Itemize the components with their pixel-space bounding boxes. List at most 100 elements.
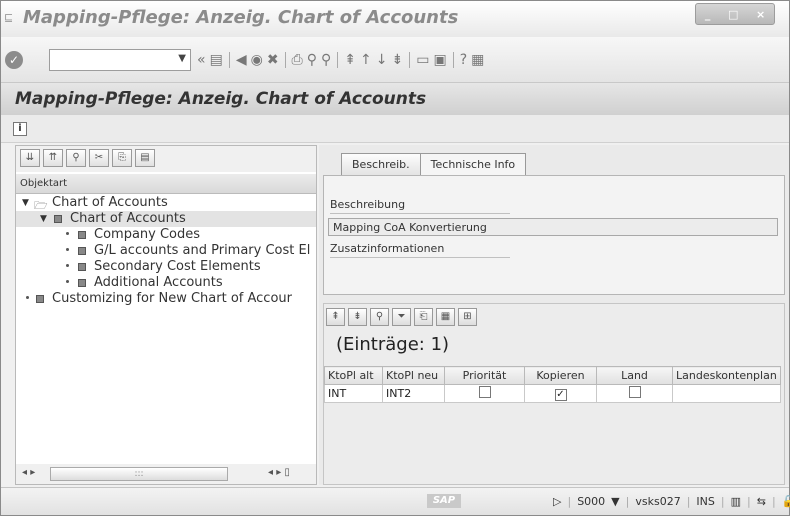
tree-node-label: Chart of Accounts [52,195,168,210]
create-session-icon[interactable]: ▭ [416,52,429,68]
column-header-ktopl-alt[interactable]: KtoPl alt [324,366,383,385]
filter-icon[interactable]: ⏷ [392,308,411,326]
status-separator: | [771,495,776,508]
help-icon[interactable]: ? [460,52,467,68]
column-header-kopieren[interactable]: Kopieren [524,366,597,385]
cell-ktopl-alt[interactable]: INT [324,384,383,403]
status-separator: | [747,495,751,508]
column-header-ktopl-neu[interactable]: KtoPl neu [382,366,445,385]
status-server: vsks027 [635,495,681,508]
details-icon[interactable]: ⊞ [458,308,477,326]
cell-ktopl-neu[interactable]: INT2 [382,384,445,403]
object-icon [78,263,86,271]
application-toolbar: i [1,115,789,143]
tree-node-chart-of-accounts-root[interactable]: ▼ 🗁 Chart of Accounts [16,195,316,211]
window-controls: _ □ × [695,3,775,25]
prev-page-icon[interactable]: ↑ [360,52,372,68]
find-tree-icon[interactable]: ⚲ [66,149,86,167]
tree-node-company-codes[interactable]: Company Codes [16,227,316,243]
expand-all-icon[interactable]: ⇊ [20,149,40,167]
prioritaet-checkbox[interactable] [478,386,491,398]
chevron-down-icon[interactable]: ▼ [178,53,186,64]
layout-icon[interactable]: ▦ [436,308,455,326]
scroll-left-right-icon[interactable]: ◂ ▸ [22,467,35,478]
cell-landeskontenplan[interactable] [672,384,781,403]
sort-descending-icon[interactable]: ⇟ [348,308,367,326]
find-next-icon[interactable]: ⚲ [321,52,331,68]
tree-node-gl-accounts[interactable]: G/L accounts and Primary Cost El [16,243,316,259]
alv-grid-container: ⇞ ⇟ ⚲ ⏷ ⎗ ▦ ⊞ (Einträge: 1) KtoPl alt Kt… [323,303,785,485]
expanded-arrow-icon[interactable]: ▼ [22,198,29,208]
tree-node-customizing[interactable]: Customizing for New Chart of Accour [16,291,316,307]
toolbar-separator [452,52,454,68]
tab-beschreibung[interactable]: Beschreib. [341,153,421,175]
customize-layout-icon[interactable]: ▦ [471,52,484,68]
scroll-thumb[interactable]: ::: [50,467,228,481]
cell-prioritaet [444,384,525,403]
tree-bullet-icon [66,264,69,267]
maximize-button[interactable]: □ [728,8,738,21]
cell-land [596,384,673,403]
chevron-down-icon[interactable]: ▼ [611,495,619,508]
status-expand-icon[interactable]: ▷ [553,495,561,508]
save-icon[interactable]: ▤ [210,52,223,68]
cancel-icon[interactable]: ✖ [267,52,279,68]
kopieren-checkbox[interactable]: ✓ [554,388,567,401]
expanded-arrow-icon[interactable]: ▼ [40,214,47,224]
export-icon[interactable]: ⎗ [414,308,433,326]
print-icon[interactable]: ⎙ [292,52,303,68]
title-bar: ⊑ Mapping-Pflege: Anzeig. Chart of Accou… [1,1,789,37]
beschreibung-field[interactable]: Mapping CoA Konvertierung [328,218,778,236]
shortcut-icon[interactable]: ▣ [433,52,446,68]
tree-node-label: Chart of Accounts [70,211,186,226]
sort-ascending-icon[interactable]: ⇞ [326,308,345,326]
object-icon [78,247,86,255]
column-header-prioritaet[interactable]: Priorität [444,366,525,385]
enter-icon[interactable]: ✓ [5,51,23,69]
column-header-land[interactable]: Land [596,366,673,385]
folder-icon: 🗁 [34,199,48,211]
tree-paste-icon[interactable]: ▤ [135,149,155,167]
exit-icon[interactable]: ◉ [251,52,263,68]
status-bar: SAP ▷ | S000 ▼ | vsks027 | INS | ▥ | ⇆ |… [1,487,790,515]
system-toolbar: ✓ ▼ « ▤ ◀ ◉ ✖ ⎙ ⚲ ⚲ ⇞ ↑ ↓ ⇟ ▭ ▣ ? ▦ [1,37,789,83]
toolbar-separator [228,52,230,68]
object-icon [36,295,44,303]
minimize-button[interactable]: _ [705,8,711,21]
zusatzinformationen-label: Zusatzinformationen [330,242,510,258]
tree-node-chart-of-accounts[interactable]: ▼ Chart of Accounts [16,211,316,227]
collapse-all-icon[interactable]: ⇈ [43,149,63,167]
status-system[interactable]: S000 [577,495,605,508]
column-header-landeskontenplan[interactable]: Landeskontenplan [672,366,781,385]
tree-node-label: Additional Accounts [94,275,223,290]
status-info: ▷ | S000 ▼ | vsks027 | INS | ▥ | ⇆ | 🔓 [553,495,790,508]
tree-cut-icon[interactable]: ✂ [89,149,109,167]
status-separator: | [625,495,630,508]
find-icon[interactable]: ⚲ [370,308,389,326]
horizontal-scrollbar[interactable]: ◂ ▸ ::: ◂ ▸ ▯ [16,464,316,484]
table-row[interactable]: INT INT2 ✓ [324,384,781,403]
scroll-left-right-icon[interactable]: ◂ ▸ ▯ [268,467,290,478]
command-field[interactable]: ▼ [49,49,191,71]
info-icon[interactable]: i [13,122,27,136]
land-checkbox[interactable] [628,386,641,398]
next-page-icon[interactable]: ↓ [376,52,388,68]
back-icon[interactable]: ◀ [236,52,247,68]
tab-strip: Beschreib. Technische Info [341,153,527,175]
tree-bullet-icon [66,248,69,251]
status-lock-icon: ▥ [730,495,742,508]
alv-toolbar: ⇞ ⇟ ⚲ ⏷ ⎗ ▦ ⊞ [326,308,477,326]
object-icon [54,215,62,223]
last-page-icon[interactable]: ⇟ [391,52,403,68]
collapse-toolbar-icon[interactable]: « [197,52,206,68]
tree-node-label: Customizing for New Chart of Accour [52,291,292,306]
tree-node-additional-accounts[interactable]: Additional Accounts [16,275,316,291]
sap-menu-icon[interactable]: ⊑ [4,11,17,24]
close-button[interactable]: × [756,8,765,21]
status-mode[interactable]: INS [696,495,714,508]
tree-node-secondary-cost-elements[interactable]: Secondary Cost Elements [16,259,316,275]
tab-technische-info[interactable]: Technische Info [419,153,527,175]
tree-copy-icon[interactable]: ⎘ [112,149,132,167]
find-icon[interactable]: ⚲ [307,52,317,68]
first-page-icon[interactable]: ⇞ [344,52,356,68]
